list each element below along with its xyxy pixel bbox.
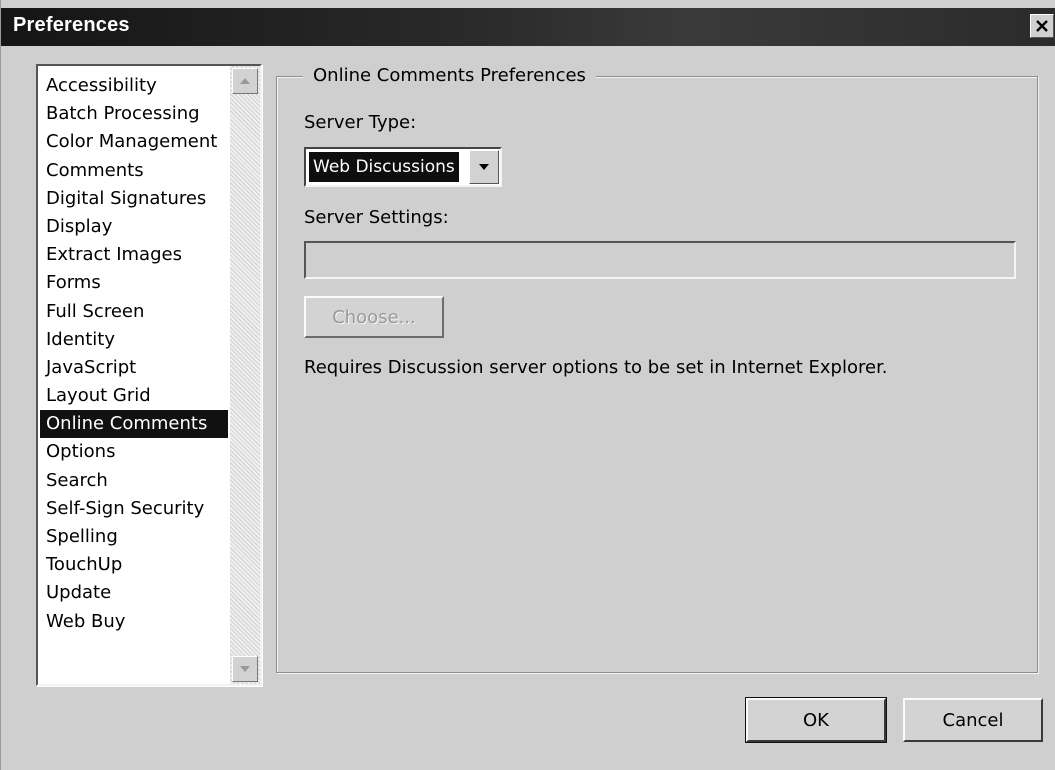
ok-button[interactable]: OK bbox=[745, 697, 887, 743]
close-button[interactable] bbox=[1030, 14, 1054, 38]
list-item[interactable]: Update bbox=[40, 579, 228, 607]
list-item[interactable]: Self-Sign Security bbox=[40, 495, 228, 523]
window-title: Preferences bbox=[13, 14, 130, 36]
list-item[interactable]: Color Management bbox=[40, 128, 228, 156]
list-item[interactable]: Batch Processing bbox=[40, 100, 228, 128]
requirements-note: Requires Discussion server options to be… bbox=[304, 357, 888, 378]
choose-button[interactable]: Choose... bbox=[304, 296, 444, 338]
arrow-down-icon bbox=[240, 666, 250, 672]
choose-button-label: Choose... bbox=[332, 306, 416, 328]
cancel-button-label: Cancel bbox=[942, 709, 1004, 731]
list-item[interactable]: Display bbox=[40, 213, 228, 241]
list-item[interactable]: Online Comments bbox=[40, 410, 228, 439]
group-title: Online Comments Preferences bbox=[303, 64, 596, 88]
list-item[interactable]: Accessibility bbox=[40, 72, 228, 100]
list-item[interactable]: Identity bbox=[40, 326, 228, 354]
list-scrollbar[interactable] bbox=[230, 66, 260, 684]
category-list[interactable]: Accessibility Batch Processing Color Manag… bbox=[36, 64, 262, 686]
scroll-down-button[interactable] bbox=[232, 656, 258, 682]
list-item[interactable]: Search bbox=[40, 467, 228, 495]
preferences-dialog: Preferences Accessibility Batch Processin… bbox=[0, 0, 1055, 770]
list-item[interactable]: Layout Grid bbox=[40, 382, 228, 410]
scroll-up-button[interactable] bbox=[232, 68, 258, 94]
server-type-dropdown[interactable]: Web Discussions bbox=[304, 147, 502, 187]
category-items: Accessibility Batch Processing Color Manag… bbox=[40, 72, 228, 636]
list-item[interactable]: Digital Signatures bbox=[40, 185, 228, 213]
list-item[interactable]: Extract Images bbox=[40, 241, 228, 269]
dropdown-button[interactable] bbox=[469, 150, 499, 184]
ok-button-label: OK bbox=[803, 709, 829, 731]
list-item[interactable]: TouchUp bbox=[40, 551, 228, 579]
list-item[interactable]: Full Screen bbox=[40, 298, 228, 326]
server-settings-label: Server Settings: bbox=[304, 207, 449, 228]
close-icon bbox=[1036, 20, 1048, 32]
server-type-label: Server Type: bbox=[304, 112, 417, 133]
chevron-down-icon bbox=[479, 164, 489, 170]
title-bar[interactable]: Preferences bbox=[1, 8, 1055, 46]
list-item[interactable]: Options bbox=[40, 438, 228, 466]
server-settings-field[interactable] bbox=[304, 241, 1016, 279]
list-item[interactable]: JavaScript bbox=[40, 354, 228, 382]
list-item[interactable]: Web Buy bbox=[40, 608, 228, 636]
cancel-button[interactable]: Cancel bbox=[903, 698, 1043, 742]
list-item[interactable]: Spelling bbox=[40, 523, 228, 551]
arrow-up-icon bbox=[240, 78, 250, 84]
list-item[interactable]: Comments bbox=[40, 157, 228, 185]
list-item[interactable]: Forms bbox=[40, 269, 228, 297]
server-type-value: Web Discussions bbox=[309, 152, 459, 182]
